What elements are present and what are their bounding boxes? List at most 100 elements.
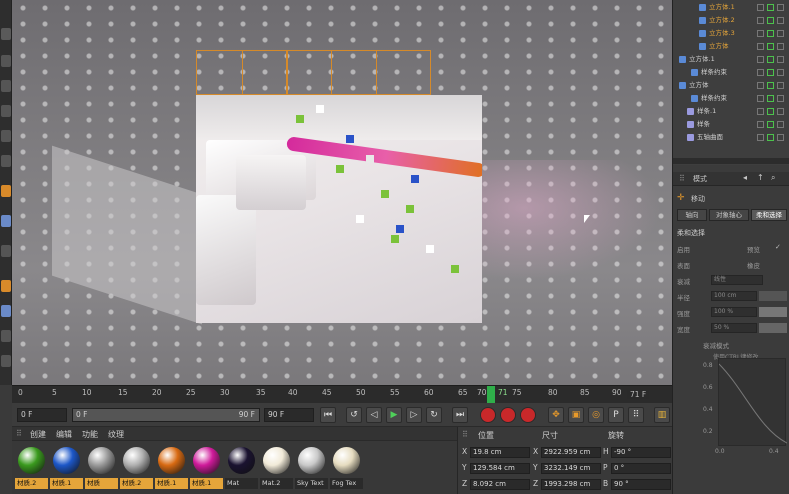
enable-checkmark[interactable] (767, 82, 774, 89)
visibility-toggle[interactable] (757, 43, 764, 50)
tab-axis[interactable]: 轴向 (677, 209, 707, 221)
enable-checkmark[interactable] (767, 43, 774, 50)
visibility-toggle[interactable] (757, 30, 764, 37)
object-list-item[interactable]: 立方体.1 (673, 54, 789, 65)
point-level-icon[interactable]: ⠿ (628, 407, 644, 423)
record-key-icon[interactable] (480, 407, 496, 423)
enable-checkmark[interactable] (767, 69, 774, 76)
up-arrow-icon[interactable]: ↑ (757, 173, 764, 182)
visibility-toggle[interactable] (757, 108, 764, 115)
visibility-toggle[interactable] (757, 17, 764, 24)
mode-menu[interactable]: 模式 (693, 174, 707, 184)
tool-icon[interactable] (1, 28, 11, 40)
tool-icon[interactable] (1, 55, 11, 67)
radius-field[interactable]: 100 cm (711, 291, 757, 301)
material-swatch[interactable]: Mat (225, 445, 258, 491)
visibility-toggle[interactable] (757, 134, 764, 141)
visibility-toggle[interactable] (757, 82, 764, 89)
tool-icon[interactable] (1, 130, 11, 142)
menu-texture[interactable]: 纹理 (108, 429, 124, 440)
menu-edit[interactable]: 编辑 (56, 429, 72, 440)
rotate-key-icon[interactable]: ◎ (588, 407, 604, 423)
position-x-field[interactable]: 19.8 cm (470, 447, 530, 458)
search-icon[interactable]: ⌕ (771, 173, 775, 183)
rotation-p-field[interactable]: 0 ° (611, 463, 671, 474)
material-swatch[interactable]: Fog Tex (330, 445, 363, 491)
material-swatch[interactable]: 材质.1 (50, 445, 83, 491)
tag-icon[interactable] (777, 121, 784, 128)
tool-icon[interactable] (1, 80, 11, 92)
object-list-item[interactable]: 五轴曲面 (673, 132, 789, 143)
rotation-b-field[interactable]: 90 ° (611, 479, 671, 490)
max-frame-field[interactable]: 90 F (264, 408, 314, 422)
enable-checkmark[interactable] (767, 108, 774, 115)
tool-icon[interactable] (1, 185, 11, 197)
visibility-toggle[interactable] (757, 4, 764, 11)
width-slider[interactable] (759, 323, 787, 333)
material-swatch[interactable]: 材质.2 (120, 445, 153, 491)
tag-icon[interactable] (777, 56, 784, 63)
material-swatch[interactable]: Mat.2 (260, 445, 293, 491)
position-z-field[interactable]: 8.092 cm (470, 479, 530, 490)
move-key-icon[interactable]: ✥ (548, 407, 564, 423)
position-y-field[interactable]: 129.584 cm (470, 463, 530, 474)
strength-field[interactable]: 100 % (711, 307, 757, 317)
object-list-item[interactable]: 样条 (673, 119, 789, 130)
prev-key-button[interactable]: ↺ (346, 407, 362, 423)
start-frame-field[interactable]: 0 F (17, 408, 67, 422)
timeline-ruler[interactable]: 0 5 10 15 20 25 30 35 40 45 50 55 60 65 … (12, 385, 672, 404)
object-list-item[interactable]: 立方体 (673, 41, 789, 52)
tool-icon[interactable] (1, 330, 11, 342)
enable-checkmark[interactable] (767, 17, 774, 24)
preview-checkbox[interactable]: ✓ (775, 243, 781, 251)
material-swatch[interactable]: 材质 (85, 445, 118, 491)
tab-object-axis[interactable]: 对象轴心 (709, 209, 749, 221)
radius-slider[interactable] (759, 291, 787, 301)
timeline-playhead[interactable] (487, 386, 495, 404)
object-list-item[interactable]: 立方体.1 (673, 2, 789, 13)
go-to-start-button[interactable]: ⏮ (320, 407, 336, 423)
enable-checkmark[interactable] (767, 121, 774, 128)
back-arrow-icon[interactable]: ◂ (743, 173, 747, 182)
tool-icon[interactable] (1, 155, 11, 167)
timeline-end-frame[interactable]: 71 F (627, 390, 650, 399)
object-list-item[interactable]: 样条约束 (673, 67, 789, 78)
object-list-item[interactable]: 立方体 (673, 80, 789, 91)
tag-icon[interactable] (777, 134, 784, 141)
tag-icon[interactable] (777, 69, 784, 76)
object-scrollbar[interactable] (673, 158, 789, 164)
tag-icon[interactable] (777, 108, 784, 115)
3d-viewport[interactable] (12, 0, 672, 385)
auto-key-icon[interactable] (500, 407, 516, 423)
menu-create[interactable]: 创建 (30, 429, 46, 440)
visibility-toggle[interactable] (757, 56, 764, 63)
rotation-h-field[interactable]: -90 ° (611, 447, 671, 458)
falloff-graph[interactable] (718, 358, 788, 446)
object-list-item[interactable]: 样条.1 (673, 106, 789, 117)
enable-checkmark[interactable] (767, 134, 774, 141)
tag-icon[interactable] (777, 17, 784, 24)
object-list-item[interactable]: 样条约束 (673, 93, 789, 104)
scale-key-icon[interactable]: ▣ (568, 407, 584, 423)
falloff-mode-dropdown[interactable]: 线性 (711, 275, 763, 285)
tag-icon[interactable] (777, 95, 784, 102)
object-list-item[interactable]: 立方体.2 (673, 15, 789, 26)
tool-icon[interactable] (1, 355, 11, 367)
enable-checkmark[interactable] (767, 95, 774, 102)
strength-slider[interactable] (759, 307, 787, 317)
size-x-field[interactable]: 2922.959 cm (541, 447, 601, 458)
next-frame-button[interactable]: ▷ (406, 407, 422, 423)
tool-icon[interactable] (1, 245, 11, 257)
width-field[interactable]: 50 % (711, 323, 757, 333)
go-to-end-button[interactable]: ⏭ (452, 407, 468, 423)
tab-soft-selection[interactable]: 柔和选择 (751, 209, 787, 221)
param-key-icon[interactable]: P (608, 407, 624, 423)
material-swatch[interactable]: 材质.1 (155, 445, 188, 491)
tag-icon[interactable] (777, 43, 784, 50)
tool-icon[interactable] (1, 280, 11, 292)
prev-frame-button[interactable]: ◁ (366, 407, 382, 423)
tag-icon[interactable] (777, 30, 784, 37)
visibility-toggle[interactable] (757, 95, 764, 102)
tag-icon[interactable] (777, 82, 784, 89)
enable-checkmark[interactable] (767, 56, 774, 63)
